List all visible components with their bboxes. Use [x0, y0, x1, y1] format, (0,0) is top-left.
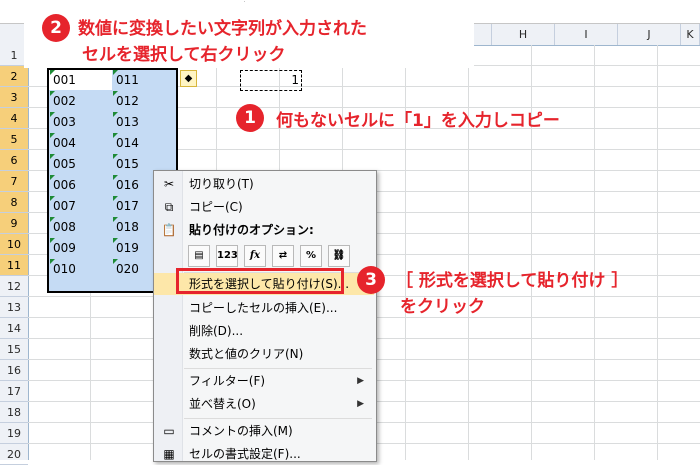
row-header[interactable]: 18: [0, 402, 28, 423]
menu-separator: [184, 418, 372, 419]
row-header[interactable]: 3: [0, 87, 28, 108]
annotation-step1: 何もないセルに「1」を入力しコピー: [276, 111, 560, 131]
column-header-j[interactable]: J: [618, 24, 681, 45]
row-header[interactable]: 12: [0, 276, 28, 297]
annotation-step2-line2: セルを選択して右クリック: [82, 45, 286, 65]
error-indicator-icon: [50, 238, 55, 243]
cell[interactable]: 014: [113, 133, 173, 154]
row-header[interactable]: 6: [0, 150, 28, 171]
error-indicator-icon: [113, 154, 118, 159]
cell[interactable]: 002: [50, 91, 110, 112]
menu-item-format-cells[interactable]: ▦ セルの書式設定(F)...: [154, 443, 374, 465]
error-indicator-icon: [50, 91, 55, 96]
column-header-h[interactable]: H: [492, 24, 555, 45]
row-header[interactable]: 9: [0, 213, 28, 234]
row-header[interactable]: 14: [0, 318, 28, 339]
cell[interactable]: 012: [113, 91, 173, 112]
scissors-icon: ✂: [163, 177, 175, 191]
step-badge: 3: [357, 266, 385, 294]
clipboard-icon: 📋: [161, 223, 177, 237]
menu-item-sort[interactable]: 並べ替え(O) ▶: [154, 393, 374, 415]
cell[interactable]: 004: [50, 133, 110, 154]
row-header[interactable]: 11: [0, 255, 28, 276]
paste-link-icon[interactable]: ⛓: [328, 245, 350, 267]
error-indicator-icon: [113, 175, 118, 180]
menu-item-cut[interactable]: ✂ 切り取り(T): [154, 173, 374, 195]
error-indicator-icon: [50, 154, 55, 159]
error-indicator-icon: [50, 196, 55, 201]
row-header[interactable]: 17: [0, 381, 28, 402]
error-indicator-icon: [50, 112, 55, 117]
error-indicator-icon: [113, 217, 118, 222]
error-indicator-icon: [50, 175, 55, 180]
error-indicator-icon: [113, 133, 118, 138]
row-headers: 1 2 3 4 5 6 7 8 9 10 11 12 13 14 15 16 1…: [0, 45, 29, 465]
error-indicator-icon: [50, 70, 55, 75]
cell[interactable]: 010: [50, 259, 110, 280]
chevron-right-icon: ▶: [357, 376, 364, 386]
cell[interactable]: 008: [50, 217, 110, 238]
error-warning-icon[interactable]: ◆: [180, 70, 197, 87]
cell[interactable]: 005: [50, 154, 110, 175]
row-header[interactable]: 20: [0, 444, 28, 465]
row-header[interactable]: 2: [0, 66, 28, 87]
chevron-right-icon: ▶: [357, 399, 364, 409]
cell[interactable]: 009: [50, 238, 110, 259]
copy-icon: ⧉: [164, 200, 174, 214]
annotation-step3-line1: ［ 形式を選択して貼り付け ］: [396, 271, 629, 291]
error-indicator-icon: [113, 70, 118, 75]
row-header[interactable]: 5: [0, 129, 28, 150]
menu-item-filter[interactable]: フィルター(F) ▶: [154, 370, 374, 392]
menu-item-clear-contents[interactable]: 数式と値のクリア(N): [154, 343, 374, 365]
cell[interactable]: 007: [50, 196, 110, 217]
paste-options-row: ▤ 123 fx ⇄ % ⛓: [188, 245, 374, 269]
error-indicator-icon: [113, 259, 118, 264]
row-header[interactable]: 4: [0, 108, 28, 129]
menu-separator: [184, 368, 372, 369]
paste-icon[interactable]: ▤: [188, 245, 210, 267]
cell[interactable]: 013: [113, 112, 173, 133]
row-header[interactable]: 8: [0, 192, 28, 213]
column-header-k[interactable]: K: [681, 24, 700, 45]
cell[interactable]: 006: [50, 175, 110, 196]
error-indicator-icon: [50, 133, 55, 138]
row-header[interactable]: 15: [0, 339, 28, 360]
context-menu: ✂ 切り取り(T) ⧉ コピー(C) 📋 貼り付けのオプション: ▤ 123 f…: [153, 170, 377, 462]
step-badge: 2: [42, 14, 70, 42]
row-header[interactable]: 7: [0, 171, 28, 192]
row-header[interactable]: 19: [0, 423, 28, 444]
paste-formatting-icon[interactable]: %: [300, 245, 322, 267]
highlight-box-paste-special: [176, 268, 344, 294]
error-indicator-icon: [113, 112, 118, 117]
menu-item-delete[interactable]: 削除(D)...: [154, 320, 374, 342]
comment-icon: ▭: [163, 424, 175, 438]
menu-item-insert-comment[interactable]: ▭ コメントの挿入(M): [154, 420, 374, 442]
menu-item-copy[interactable]: ⧉ コピー(C): [154, 196, 374, 218]
error-indicator-icon: [113, 91, 118, 96]
cell[interactable]: 001: [50, 70, 110, 91]
error-indicator-icon: [113, 238, 118, 243]
row-header[interactable]: 13: [0, 297, 28, 318]
menu-heading-paste-options: 📋 貼り付けのオプション:: [161, 223, 314, 237]
cell[interactable]: 003: [50, 112, 110, 133]
error-indicator-icon: [50, 259, 55, 264]
error-indicator-icon: [50, 217, 55, 222]
row-header[interactable]: 16: [0, 360, 28, 381]
annotation-step2-line1: 数値に変換したい文字列が入力された: [78, 19, 367, 39]
error-indicator-icon: [113, 196, 118, 201]
step-badge: 1: [236, 104, 264, 132]
annotation-step3-line2: をクリック: [400, 297, 485, 317]
cell[interactable]: 011: [113, 70, 173, 91]
paste-values-icon[interactable]: 123: [216, 245, 238, 267]
copied-cell[interactable]: 1: [240, 70, 302, 91]
paste-transpose-icon[interactable]: ⇄: [272, 245, 294, 267]
paste-formulas-icon[interactable]: fx: [244, 245, 266, 267]
menu-item-insert-copied-cells[interactable]: コピーしたセルの挿入(E)...: [154, 297, 374, 319]
column-header-i[interactable]: I: [555, 24, 618, 45]
row-header[interactable]: 10: [0, 234, 28, 255]
